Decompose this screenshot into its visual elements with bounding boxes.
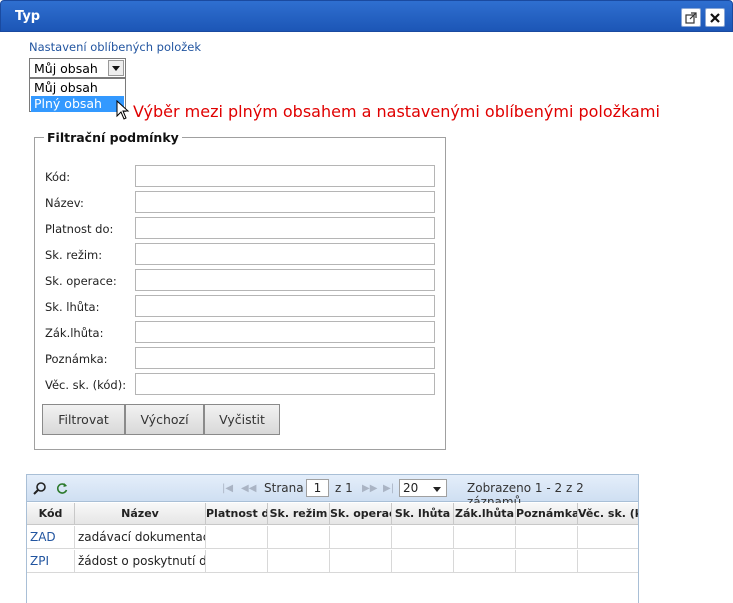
note-label: Poznámka:: [45, 352, 108, 366]
chevron-down-icon: [433, 487, 441, 492]
column-header[interactable]: Kód: [27, 503, 75, 525]
window-title: Typ: [15, 9, 41, 24]
grid-header: Kód Název Platnost d Sk. režim Sk. opera…: [27, 503, 638, 525]
column-header[interactable]: Poznámka: [516, 503, 578, 525]
external-link-icon: [685, 11, 697, 24]
column-header[interactable]: Platnost d: [206, 503, 268, 525]
table-cell: [454, 550, 516, 573]
mouse-cursor-icon: [116, 100, 130, 120]
option-full-content[interactable]: Plný obsah: [31, 96, 124, 112]
chevron-down-icon[interactable]: [108, 60, 124, 76]
legal-period-label: Zák.lhůta:: [45, 326, 104, 340]
valid-until-input[interactable]: [135, 217, 435, 239]
last-page-icon[interactable]: ▶|: [383, 483, 394, 494]
column-header[interactable]: Věc. sk. (k: [578, 503, 638, 525]
subject-group-label: Věc. sk. (kód):: [45, 378, 127, 392]
code-label: Kód:: [45, 170, 71, 184]
grid-toolbar: |◀ ◀◀ Strana 1 z 1 ▶▶ ▶| 20 Zobrazeno 1 …: [27, 475, 638, 509]
filter-legend: Filtrační podmínky: [44, 130, 182, 145]
table-cell: [578, 526, 638, 549]
shredding-mode-label: Sk. režim:: [45, 248, 103, 262]
column-header[interactable]: Sk. operac: [330, 503, 392, 525]
first-page-icon[interactable]: |◀: [222, 483, 233, 494]
table-cell: [268, 526, 330, 549]
table-cell: [268, 550, 330, 573]
valid-until-label: Platnost do:: [45, 222, 114, 236]
window-titlebar: Typ: [0, 0, 733, 32]
annotation-text: Výběr mezi plným obsahem a nastavenými o…: [133, 102, 660, 121]
refresh-icon[interactable]: [55, 481, 69, 495]
table-cell: [330, 526, 392, 549]
table-cell: [516, 550, 578, 573]
content-select-dropdown: Můj obsah Plný obsah: [29, 78, 126, 112]
table-row[interactable]: ZAD zadávací dokumentace: [27, 526, 638, 549]
column-header[interactable]: Zák.lhůta: [454, 503, 516, 525]
table-cell: [206, 550, 268, 573]
clear-button[interactable]: Vyčistit: [204, 404, 280, 435]
filter-button[interactable]: Filtrovat: [42, 404, 125, 435]
page-of-label: z 1: [335, 481, 353, 495]
favorites-label: Nastavení oblíbených položek: [29, 40, 202, 54]
table-row[interactable]: ZPI žádost o poskytnutí dc: [27, 550, 638, 573]
page-size-select[interactable]: 20: [399, 479, 447, 497]
table-cell: [392, 550, 454, 573]
close-button[interactable]: [705, 8, 725, 27]
table-cell[interactable]: ZPI: [27, 550, 75, 573]
code-input[interactable]: [135, 165, 435, 187]
search-icon[interactable]: [33, 481, 47, 495]
name-input[interactable]: [135, 191, 435, 213]
table-cell[interactable]: ZAD: [27, 526, 75, 549]
shredding-operation-input[interactable]: [135, 269, 435, 291]
page-size-value: 20: [403, 481, 419, 495]
column-header[interactable]: Název: [75, 503, 206, 525]
shredding-operation-label: Sk. operace:: [45, 274, 117, 288]
table-cell: [516, 526, 578, 549]
column-header[interactable]: Sk. režim: [268, 503, 330, 525]
column-header[interactable]: Sk. lhůta: [392, 503, 454, 525]
table-cell: [454, 526, 516, 549]
page-label: Strana: [264, 481, 304, 495]
table-cell: žádost o poskytnutí dc: [75, 550, 206, 573]
table-cell: [206, 526, 268, 549]
page-input[interactable]: 1: [306, 479, 329, 497]
close-icon: [710, 12, 720, 23]
shredding-period-label: Sk. lhůta:: [45, 300, 100, 314]
legal-period-input[interactable]: [135, 321, 435, 343]
subject-group-input[interactable]: [135, 373, 435, 395]
results-grid: |◀ ◀◀ Strana 1 z 1 ▶▶ ▶| 20 Zobrazeno 1 …: [26, 474, 639, 603]
shredding-period-input[interactable]: [135, 295, 435, 317]
next-page-icon[interactable]: ▶▶: [362, 483, 377, 494]
table-cell: [392, 526, 454, 549]
option-my-content[interactable]: Můj obsah: [31, 80, 124, 96]
popout-button[interactable]: [681, 8, 701, 27]
table-cell: zadávací dokumentace: [75, 526, 206, 549]
content-select[interactable]: Můj obsah: [29, 58, 126, 78]
note-input[interactable]: [135, 347, 435, 369]
table-cell: [330, 550, 392, 573]
name-label: Název:: [45, 196, 84, 210]
shredding-mode-input[interactable]: [135, 243, 435, 265]
table-cell: [578, 550, 638, 573]
default-button[interactable]: Výchozí: [125, 404, 204, 435]
prev-page-icon[interactable]: ◀◀: [241, 483, 256, 494]
content-select-value: Můj obsah: [34, 61, 98, 76]
